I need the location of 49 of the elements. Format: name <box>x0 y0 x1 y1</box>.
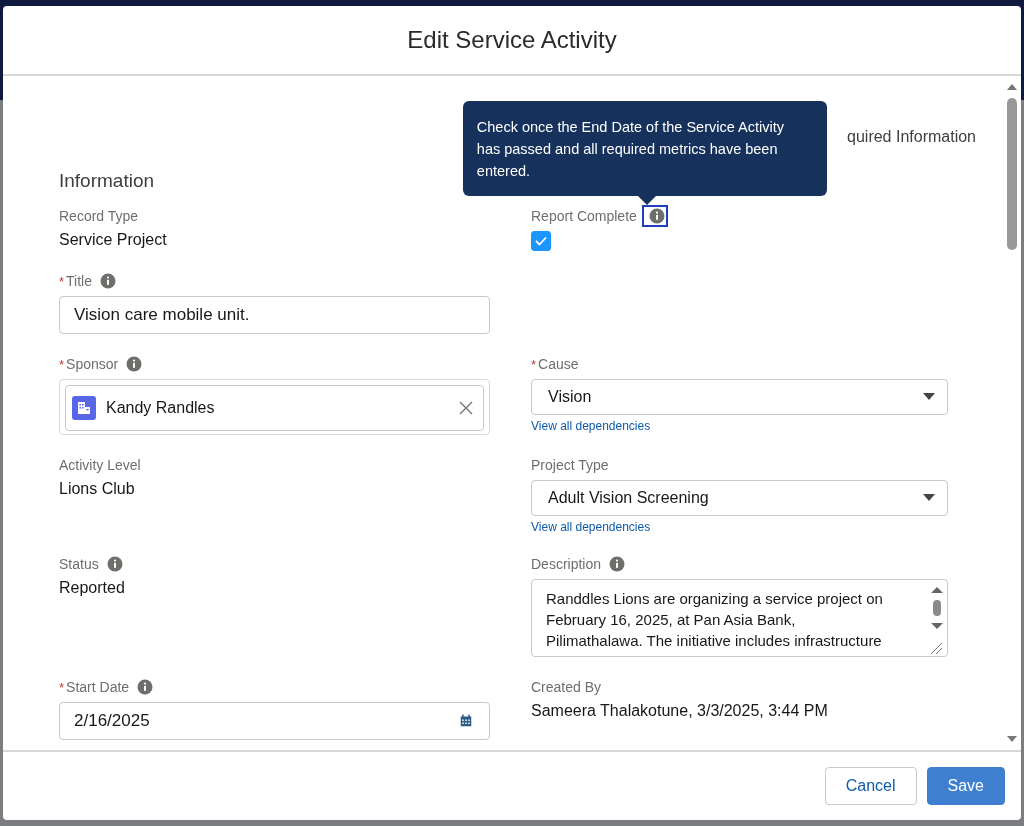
dialog-title: Edit Service Activity <box>407 26 617 54</box>
info-icon[interactable] <box>106 556 123 572</box>
required-mark: * <box>59 679 65 695</box>
clear-icon[interactable] <box>459 401 473 415</box>
tooltip-text: Check once the End Date of the Service Activity has passed and all required metrics have been entered. <box>476 119 784 179</box>
field-label: Created By <box>531 679 602 695</box>
lookup-field[interactable]: Kandy Randles <box>59 379 490 435</box>
info-icon[interactable] <box>100 273 116 289</box>
checkmark-icon <box>535 236 547 246</box>
dropdown-field[interactable]: Vision <box>531 379 948 415</box>
dependencies-link[interactable]: View all dependencies <box>531 419 651 433</box>
required-legend: quired Information <box>847 128 976 148</box>
dropdown-field[interactable]: Adult Vision Screening <box>531 480 948 516</box>
required-mark: * <box>59 356 65 372</box>
text-line: February 16, 2025, at Pan Asia Bank, <box>546 610 796 630</box>
field-label: Project Type <box>531 457 609 473</box>
date-field[interactable]: 2/16/2025 <box>59 702 490 740</box>
field-label: Sponsor <box>66 356 119 372</box>
caret-icon <box>923 393 935 401</box>
caret-icon <box>923 494 935 502</box>
field-label: Report Complete <box>531 208 637 224</box>
field-label: Status <box>59 556 99 572</box>
save-button[interactable]: Save <box>926 767 1005 805</box>
field-label: Start Date <box>66 679 130 695</box>
dependencies-link[interactable]: View all dependencies <box>531 520 651 534</box>
text-line: Pilimathalawa. The initiative includes infrastructure <box>546 631 882 651</box>
field-label: Description <box>531 556 602 572</box>
field-value: Service Project <box>59 231 167 249</box>
field-label: Activity Level <box>59 457 141 473</box>
checkbox[interactable] <box>531 231 551 251</box>
field-label: Cause <box>538 356 579 372</box>
field-label: Title <box>66 273 92 289</box>
field-value: Sameera Thalakotune, 3/3/2025, 3:44 PM <box>531 702 828 720</box>
info-icon[interactable] <box>137 679 154 695</box>
building-icon <box>72 396 96 420</box>
info-icon[interactable] <box>648 208 665 224</box>
info-icon[interactable] <box>126 356 143 372</box>
info-icon[interactable] <box>609 556 626 572</box>
text-field[interactable]: Vision care mobile unit. <box>59 296 490 334</box>
cancel-button[interactable]: Cancel <box>824 767 917 805</box>
description-field[interactable]: Randdles Lions are organizing a service project on February 16, 2025, at Pan Asia Bank, Pilimathalawa. The initiative includes infrastructure <box>531 579 948 657</box>
field-label: Record Type <box>59 208 139 224</box>
required-mark: * <box>59 273 65 289</box>
selected-record-pill[interactable]: Kandy Randles <box>65 385 484 431</box>
field-value: Lions Club <box>59 480 135 498</box>
text-line: Randdles Lions are organizing a service project on <box>546 589 883 609</box>
required-mark: * <box>531 356 537 372</box>
section-heading: Information <box>59 170 155 192</box>
field-value: Reported <box>59 579 125 597</box>
